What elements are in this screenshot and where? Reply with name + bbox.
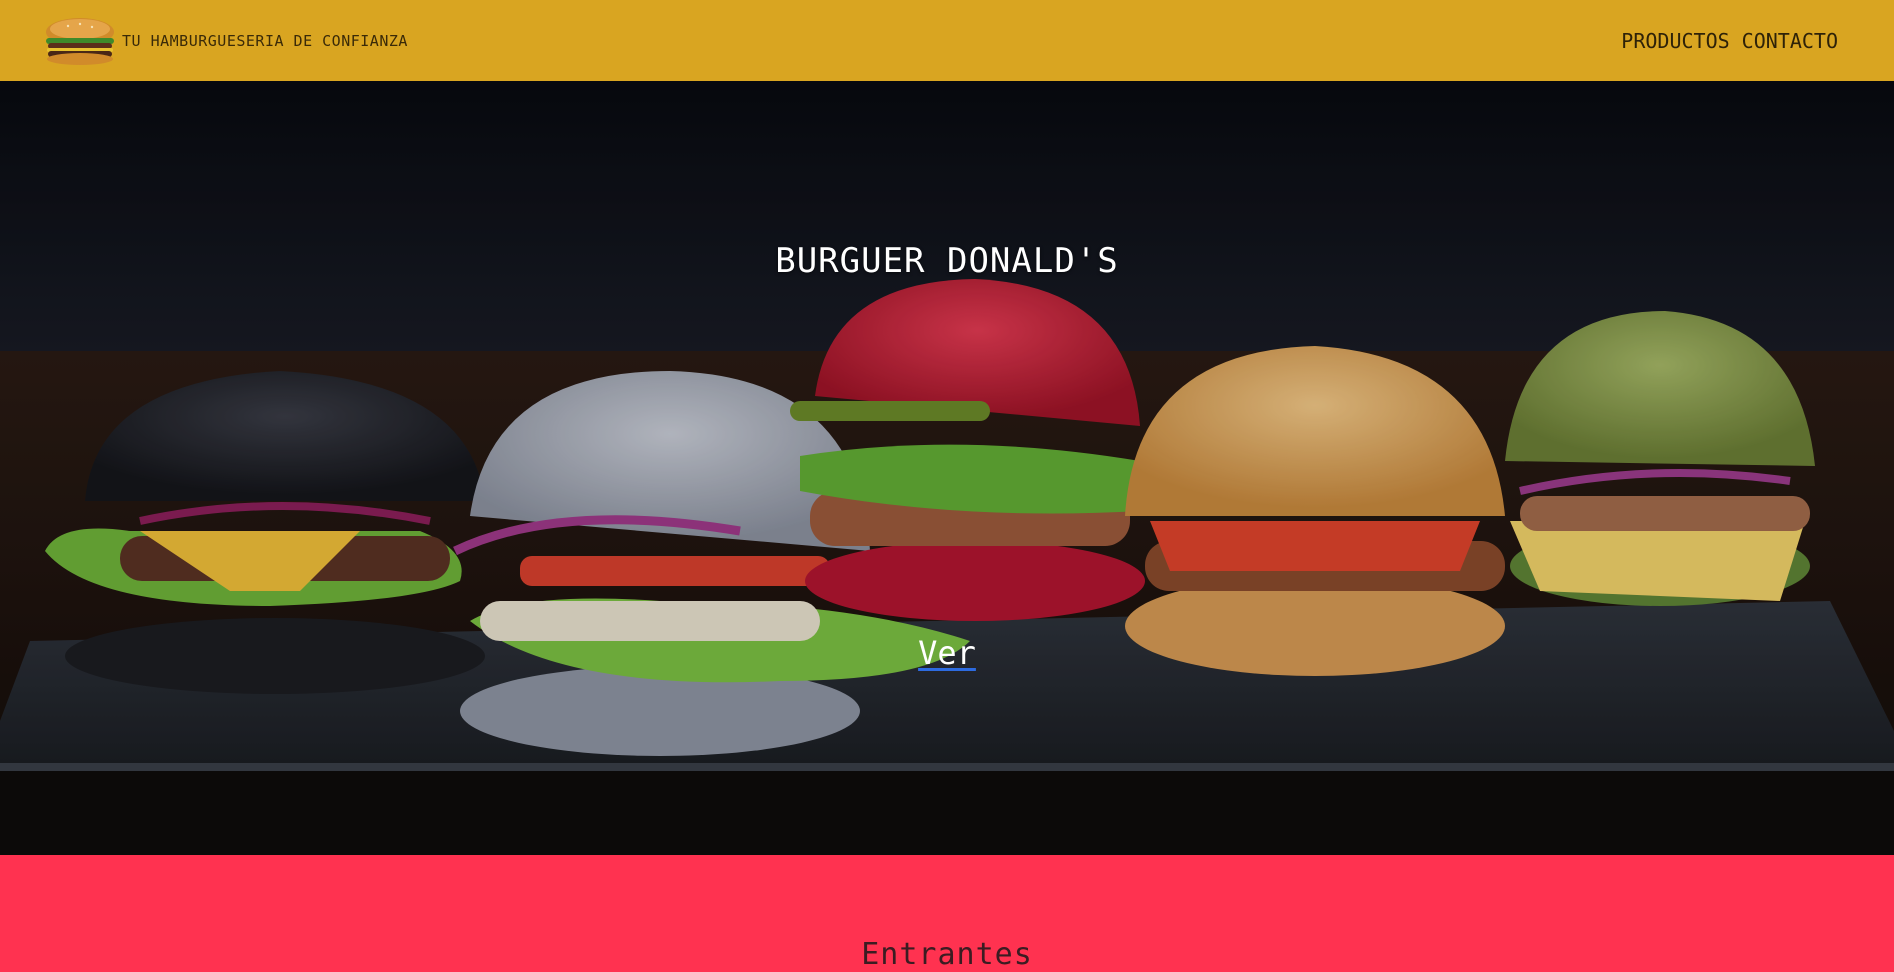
burger-logo-icon[interactable] bbox=[42, 16, 118, 66]
brand[interactable]: TU HAMBURGUESERIA DE CONFIANZA bbox=[42, 16, 408, 66]
hero-title: BURGUER DONALD'S bbox=[775, 241, 1119, 281]
section-title: Entrantes bbox=[861, 937, 1033, 972]
main-nav: PRODUCTOS CONTACTO bbox=[1621, 29, 1838, 53]
hero-banner: BURGUER DONALD'S Ver bbox=[0, 81, 1894, 855]
burgers-on-slate-photo bbox=[0, 81, 1894, 855]
nav-link-productos[interactable]: PRODUCTOS bbox=[1621, 29, 1729, 53]
entrantes-section: Entrantes bbox=[0, 855, 1894, 972]
ver-link[interactable]: Ver bbox=[918, 634, 976, 672]
hero-link-container: Ver bbox=[0, 634, 1894, 672]
brand-tagline: TU HAMBURGUESERIA DE CONFIANZA bbox=[122, 31, 408, 50]
nav-link-contacto[interactable]: CONTACTO bbox=[1742, 29, 1838, 53]
site-header: TU HAMBURGUESERIA DE CONFIANZA PRODUCTOS… bbox=[0, 0, 1894, 81]
